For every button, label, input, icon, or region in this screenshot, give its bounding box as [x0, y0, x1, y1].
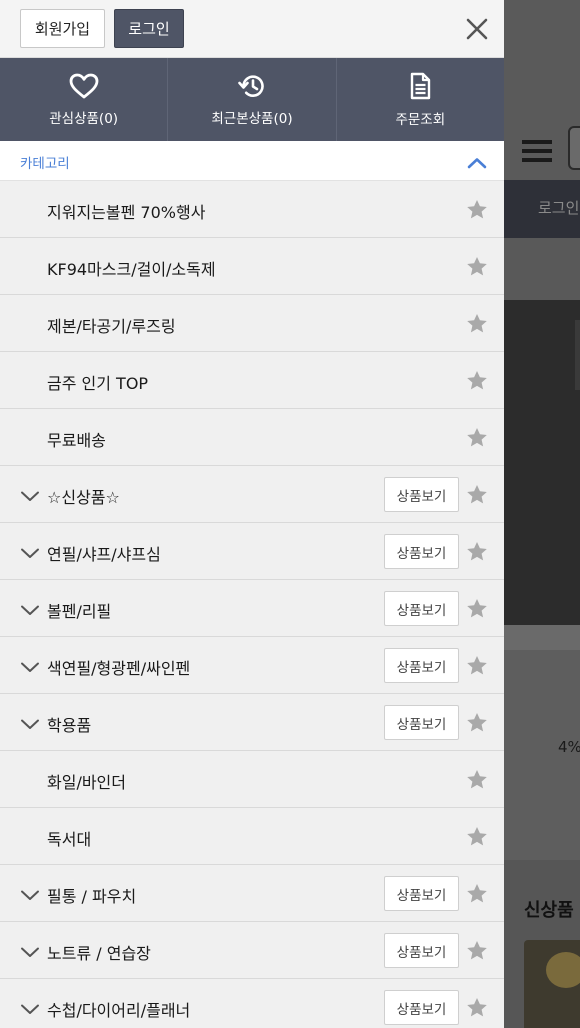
category-label: 볼펜/리필 — [47, 602, 112, 621]
chevron-down-icon[interactable] — [20, 602, 40, 615]
chevron-down-icon[interactable] — [20, 659, 40, 672]
category-item[interactable]: 색연필/형광펜/싸인펜 상품보기 — [0, 637, 504, 694]
search-box-edge — [568, 126, 580, 170]
drawer-header: 회원가입 로그인 — [0, 0, 504, 58]
category-label: 독서대 — [47, 830, 92, 849]
background-banner-edge — [575, 320, 580, 390]
category-item[interactable]: 수첩/다이어리/플래너 상품보기 — [0, 979, 504, 1028]
quick-link-label: 관심상품(0) — [49, 110, 119, 127]
background-login-text: 로그인 — [538, 199, 580, 217]
view-products-button[interactable]: 상품보기 — [384, 705, 459, 740]
category-item[interactable]: 연필/샤프/샤프심 상품보기 — [0, 523, 504, 580]
quick-link-label: 주문조회 — [395, 111, 446, 128]
close-icon[interactable] — [463, 15, 491, 43]
star-icon[interactable] — [466, 427, 488, 448]
category-label: 금주 인기 TOP — [47, 374, 149, 393]
background-block — [504, 238, 580, 300]
view-products-button[interactable]: 상품보기 — [384, 477, 459, 512]
star-icon[interactable] — [466, 883, 488, 904]
heart-icon — [69, 73, 99, 107]
quick-link-recent[interactable]: 최근본상품(0) — [168, 58, 337, 141]
view-products-button[interactable]: 상품보기 — [384, 876, 459, 911]
star-icon[interactable] — [466, 712, 488, 733]
chevron-up-icon[interactable] — [466, 155, 488, 169]
background-new-products-heading: 신상품 — [524, 900, 574, 921]
quick-link-wishlist[interactable]: 관심상품(0) — [0, 58, 169, 141]
view-products-button[interactable]: 상품보기 — [384, 648, 459, 683]
category-label: 필통 / 파우치 — [47, 887, 137, 906]
login-button[interactable]: 로그인 — [114, 9, 184, 48]
category-item[interactable]: 독서대 — [0, 808, 504, 865]
star-icon[interactable] — [466, 256, 488, 277]
category-title: 카테고리 — [20, 156, 70, 172]
category-item[interactable]: 학용품 상품보기 — [0, 694, 504, 751]
category-item[interactable]: 노트류 / 연습장 상품보기 — [0, 922, 504, 979]
category-label: 무료배송 — [47, 431, 106, 450]
category-label: 색연필/형광펜/싸인펜 — [47, 659, 191, 678]
category-item[interactable]: 화일/바인더 — [0, 751, 504, 808]
category-item[interactable]: 금주 인기 TOP — [0, 352, 504, 409]
hamburger-menu-icon — [522, 140, 552, 162]
view-products-button[interactable]: 상품보기 — [384, 591, 459, 626]
category-label: KF94마스크/걸이/소독제 — [47, 260, 216, 279]
quick-link-label: 최근본상품(0) — [211, 110, 293, 127]
chevron-down-icon[interactable] — [20, 488, 40, 501]
chevron-down-icon[interactable] — [20, 716, 40, 729]
star-icon[interactable] — [466, 769, 488, 790]
history-icon — [237, 73, 267, 107]
star-icon[interactable] — [466, 655, 488, 676]
category-label: 제본/타공기/루즈링 — [47, 317, 176, 336]
star-icon[interactable] — [466, 598, 488, 619]
star-icon[interactable] — [466, 997, 488, 1018]
category-label: 수첩/다이어리/플래너 — [47, 1001, 191, 1020]
star-icon[interactable] — [466, 826, 488, 847]
category-list: 지워지는볼펜 70%행사 KF94마스크/걸이/소독제제본/타공기/루즈링금주 인… — [0, 181, 504, 1028]
category-label: ☆신상품☆ — [47, 488, 120, 507]
star-icon[interactable] — [466, 370, 488, 391]
category-item[interactable]: 무료배송 — [0, 409, 504, 466]
category-label: 학용품 — [47, 716, 92, 735]
document-icon — [405, 72, 435, 108]
category-label: 화일/바인더 — [47, 773, 126, 792]
category-label: 지워지는볼펜 70%행사 — [47, 203, 206, 222]
star-icon[interactable] — [466, 484, 488, 505]
quick-link-order-lookup[interactable]: 주문조회 — [337, 58, 504, 141]
chevron-down-icon[interactable] — [20, 887, 40, 900]
category-label: 연필/샤프/샤프심 — [47, 545, 161, 564]
background-banner — [504, 300, 580, 625]
category-item[interactable]: 제본/타공기/루즈링 — [0, 295, 504, 352]
category-header[interactable]: 카테고리 — [0, 141, 504, 181]
side-drawer: 회원가입 로그인 관심상품(0) 최근본상품(0) 주문조회 카테고리 지워지는… — [0, 0, 504, 1028]
chevron-down-icon[interactable] — [20, 1001, 40, 1014]
chevron-down-icon[interactable] — [20, 545, 40, 558]
view-products-button[interactable]: 상품보기 — [384, 990, 459, 1025]
star-icon[interactable] — [466, 541, 488, 562]
background-product-thumbnail — [524, 940, 580, 1028]
star-icon[interactable] — [466, 313, 488, 334]
quick-links-bar: 관심상품(0) 최근본상품(0) 주문조회 — [0, 58, 504, 141]
category-item[interactable]: KF94마스크/걸이/소독제 — [0, 238, 504, 295]
category-item[interactable]: 지워지는볼펜 70%행사 — [0, 181, 504, 238]
view-products-button[interactable]: 상품보기 — [384, 933, 459, 968]
background-percent-text: 4% — [558, 738, 580, 756]
category-label: 노트류 / 연습장 — [47, 944, 151, 963]
background-block — [504, 625, 580, 650]
star-icon[interactable] — [466, 940, 488, 961]
chevron-down-icon[interactable] — [20, 944, 40, 957]
join-button[interactable]: 회원가입 — [20, 9, 105, 48]
view-products-button[interactable]: 상품보기 — [384, 534, 459, 569]
category-item[interactable]: 볼펜/리필 상품보기 — [0, 580, 504, 637]
category-item[interactable]: ☆신상품☆ 상품보기 — [0, 466, 504, 523]
star-icon[interactable] — [466, 199, 488, 220]
category-item[interactable]: 필통 / 파우치 상품보기 — [0, 865, 504, 922]
